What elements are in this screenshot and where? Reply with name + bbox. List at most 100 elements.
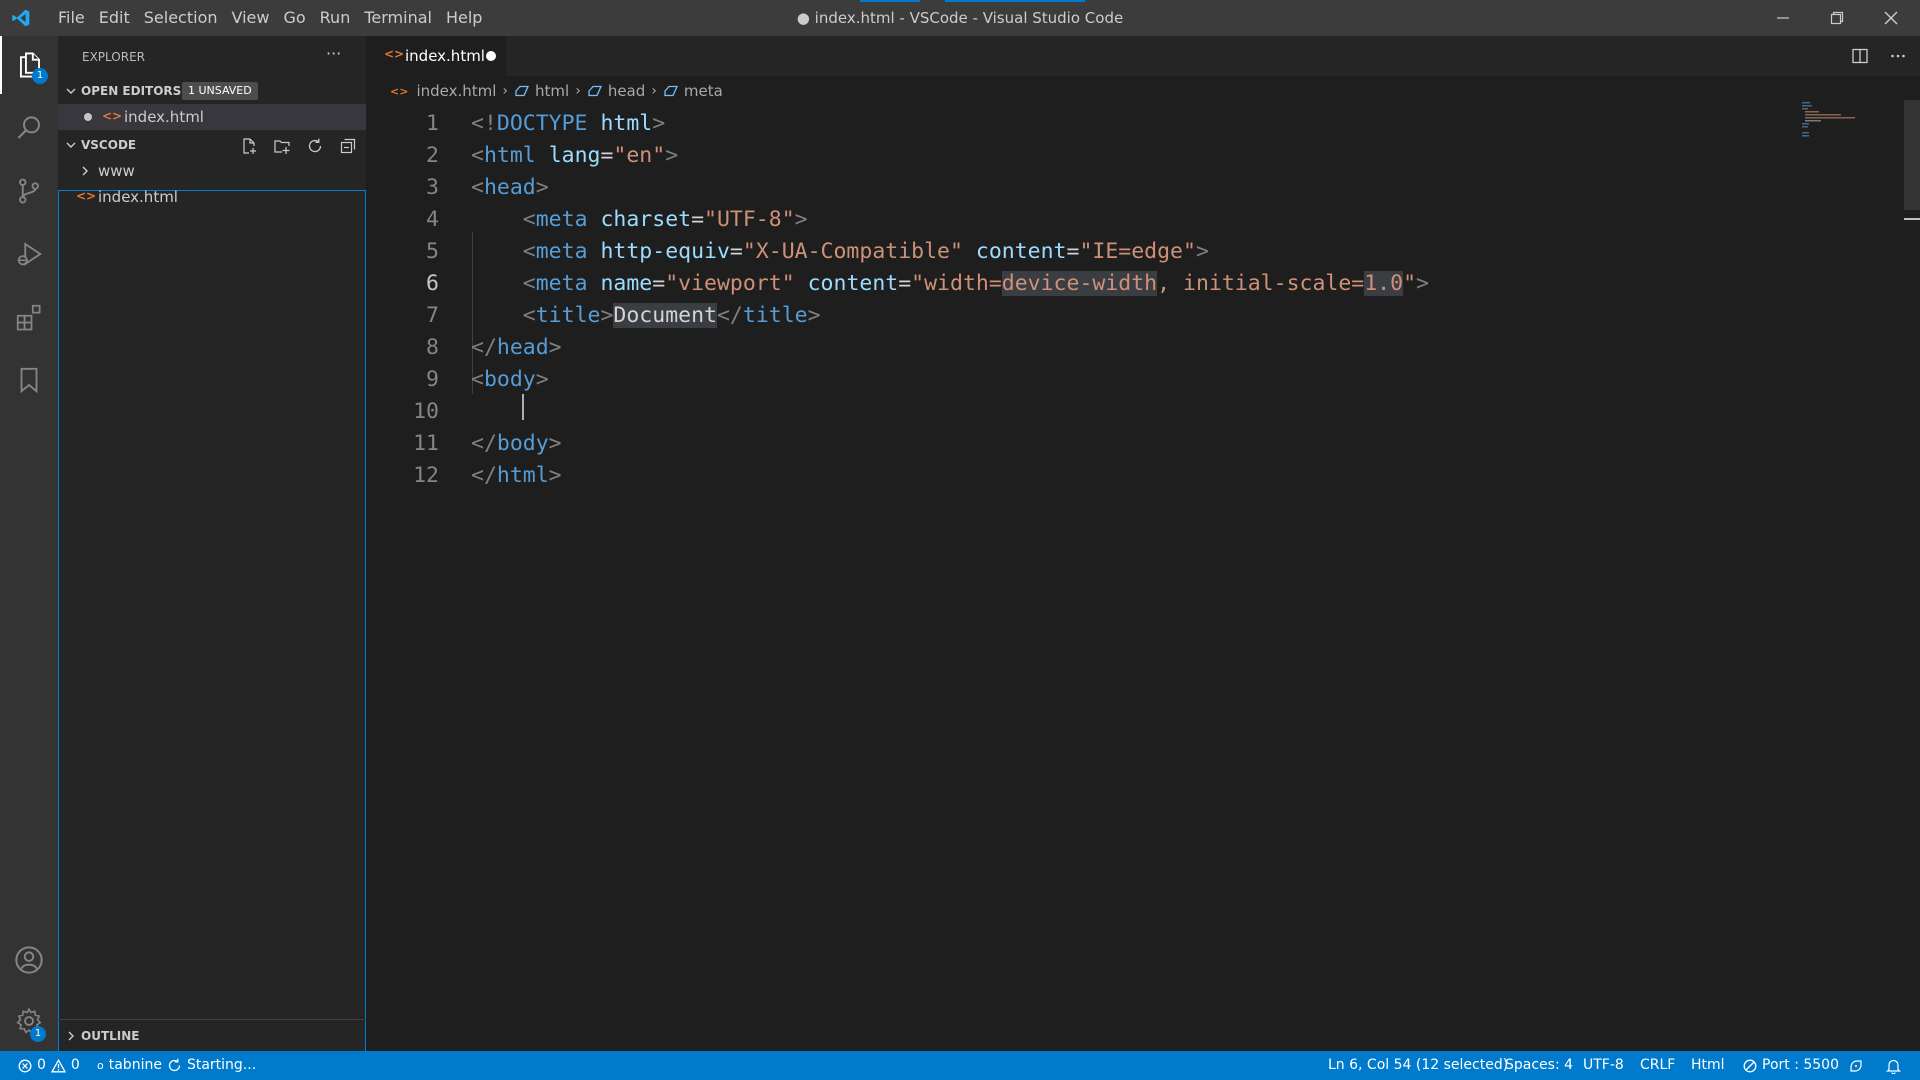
error-icon (18, 1059, 32, 1072)
activity-run-debug[interactable] (0, 225, 58, 283)
activity-search[interactable] (0, 99, 58, 157)
activity-manage[interactable]: 1 (0, 992, 58, 1050)
problems-status[interactable]: 0 0 (18, 1051, 80, 1080)
language-mode[interactable]: Html (1691, 1051, 1725, 1080)
line-text: </html> (471, 463, 562, 488)
notifications-button[interactable] (1886, 1051, 1901, 1080)
new-folder-icon (273, 140, 290, 154)
chevron-right-icon (68, 1031, 74, 1041)
tab-index-html[interactable]: <> index.html (366, 36, 506, 76)
line-text: <title>Document</title> (522, 303, 821, 328)
error-count: 0 (37, 1057, 46, 1073)
open-editors-header[interactable]: OPEN EDITORS 1 UNSAVED (58, 78, 366, 104)
activity-source-control[interactable] (0, 162, 58, 220)
new-file-button[interactable] (232, 135, 265, 157)
split-editor-button[interactable] (1848, 44, 1872, 68)
unsaved-dot-icon[interactable] (486, 51, 496, 61)
editor-area: <> index.html <> index.html › html › hea… (366, 36, 1920, 1051)
bell-icon (1886, 1059, 1901, 1074)
chevron-down-icon (66, 142, 76, 148)
collapse-all-icon (340, 138, 355, 154)
code-line-current: 6 <meta name="viewport" content="width=d… (366, 268, 1920, 300)
minimize-button[interactable] (1760, 0, 1806, 36)
open-editors-label: OPEN EDITORS (81, 84, 182, 98)
indentation[interactable]: Spaces: 4 (1505, 1051, 1573, 1080)
breadcrumb-head-label: head (607, 82, 646, 100)
line-text: <meta name="viewport" content="width=dev… (522, 271, 1429, 296)
activity-bookmarks[interactable] (0, 351, 58, 409)
tree-item-index-html[interactable]: <> index.html (58, 184, 366, 210)
chevron-right-icon: › (502, 83, 509, 99)
ellipsis-icon (1891, 54, 1905, 58)
new-file-icon (242, 138, 256, 154)
menu-go[interactable]: Go (276, 0, 312, 36)
outline-section[interactable]: OUTLINE (58, 1019, 366, 1051)
code-line: 1 <!DOCTYPE html> (366, 108, 1920, 140)
cursor-position[interactable]: Ln 6, Col 54 (12 selected) (1328, 1051, 1508, 1080)
settings-badge: 1 (30, 1026, 46, 1042)
line-text: <html lang="en"> (471, 143, 679, 168)
breadcrumb-file[interactable]: <> index.html (390, 82, 496, 100)
vertical-scrollbar[interactable] (1904, 100, 1920, 210)
tabnine-status[interactable]: o tabnine Starting... (97, 1051, 256, 1080)
menu-file[interactable]: File (51, 0, 92, 36)
tab-label: index.html (405, 47, 485, 65)
title-accent-line-2 (945, 0, 1085, 2)
split-editor-icon (1852, 48, 1868, 64)
menu-selection[interactable]: Selection (137, 0, 225, 36)
chevron-down-icon (66, 88, 76, 94)
restore-button[interactable] (1814, 0, 1860, 36)
line-text: <head> (471, 175, 549, 200)
html-file-icon: <> (390, 84, 409, 98)
code-line: 2 <html lang="en"> (366, 140, 1920, 172)
line-endings[interactable]: CRLF (1640, 1051, 1675, 1080)
line-number: 7 (426, 303, 439, 328)
encoding[interactable]: UTF-8 (1583, 1051, 1624, 1080)
menu-view[interactable]: View (225, 0, 277, 36)
refresh-button[interactable] (298, 135, 331, 157)
collapse-all-button[interactable] (331, 135, 364, 157)
status-bar: 0 0 o tabnine Starting... Ln 6, Col 54 (… (0, 1051, 1920, 1080)
menu-run[interactable]: Run (313, 0, 358, 36)
line-text: <!DOCTYPE html> (471, 111, 666, 136)
activity-bar: 1 1 (0, 36, 58, 1051)
line-number: 4 (426, 207, 439, 232)
menu-terminal[interactable]: Terminal (357, 0, 439, 36)
feedback-button[interactable] (1848, 1051, 1864, 1080)
sidebar-more-actions[interactable]: ··· (326, 44, 341, 63)
code-line: 4 <meta charset="UTF-8"> (366, 204, 1920, 236)
text-cursor (522, 394, 524, 420)
account-icon (15, 946, 43, 974)
breadcrumb-html[interactable]: html (514, 82, 569, 100)
new-folder-button[interactable] (265, 135, 298, 157)
title-accent-line (860, 0, 920, 2)
html-file-icon: <> (384, 47, 405, 61)
tabnine-status-text: Starting... (186, 1057, 257, 1073)
activity-explorer[interactable]: 1 (0, 36, 58, 94)
minimap[interactable] (1800, 100, 1910, 140)
open-editor-item[interactable]: <> index.html (58, 104, 366, 130)
line-number: 2 (426, 143, 439, 168)
breadcrumb-meta-label: meta (683, 82, 723, 100)
activity-accounts[interactable] (0, 931, 58, 989)
line-number: 10 (413, 399, 439, 424)
tree-item-www[interactable]: www (58, 158, 366, 184)
folder-header[interactable]: VSCODE (58, 132, 366, 158)
breadcrumb-head[interactable]: head (587, 82, 645, 100)
menu-edit[interactable]: Edit (92, 0, 137, 36)
breadcrumb-meta[interactable]: meta (663, 82, 723, 100)
close-window-button[interactable] (1868, 0, 1914, 36)
warning-count: 0 (70, 1057, 80, 1073)
explorer-badge: 1 (32, 68, 48, 84)
more-actions-button[interactable] (1886, 44, 1910, 68)
menu-bar: File Edit Selection View Go Run Terminal… (51, 0, 489, 36)
dirty-dot-icon[interactable] (84, 113, 92, 121)
title-bar: File Edit Selection View Go Run Terminal… (0, 0, 1920, 36)
line-text: </head> (471, 335, 562, 360)
line-text: <body> (471, 367, 549, 392)
live-server-port[interactable]: Port : 5500 (1743, 1051, 1839, 1080)
menu-help[interactable]: Help (439, 0, 489, 36)
code-line: 10 (366, 396, 1920, 428)
html-file-icon: <> (102, 109, 123, 123)
activity-extensions[interactable] (0, 288, 58, 346)
